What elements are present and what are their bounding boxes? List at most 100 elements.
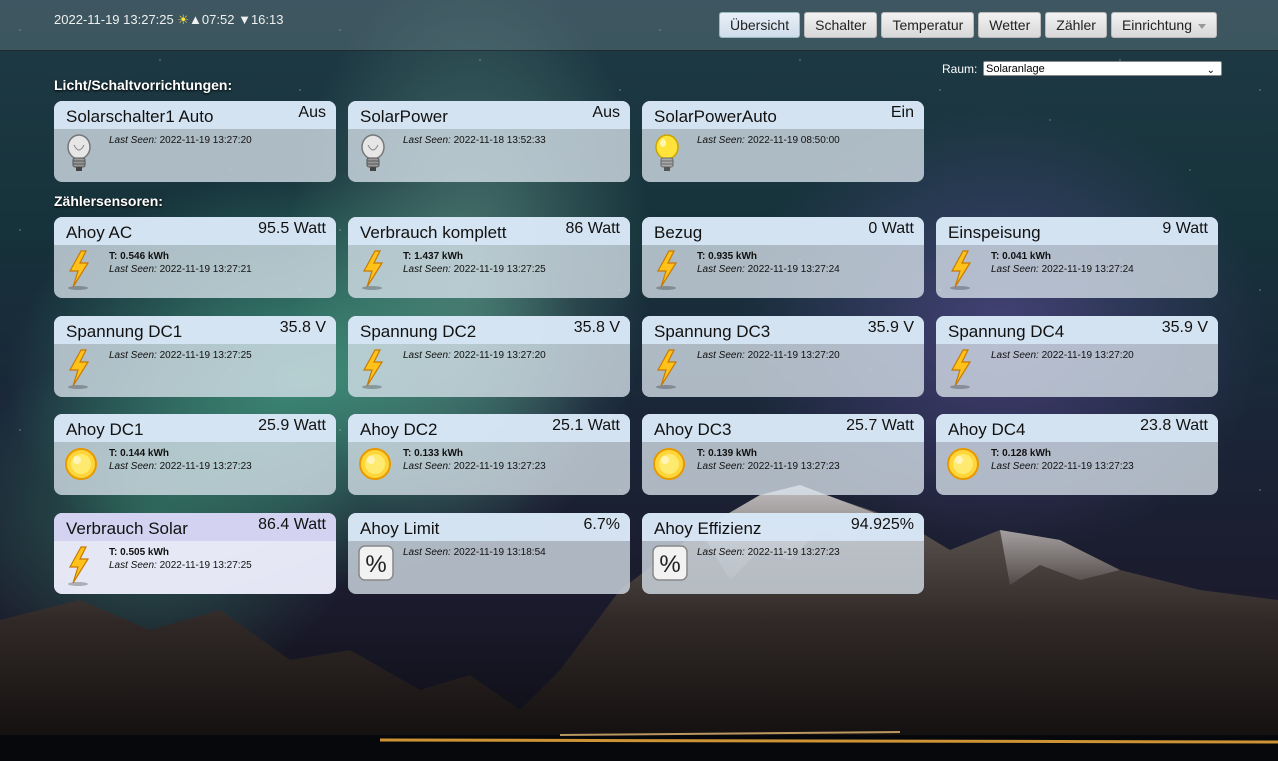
lightning-icon[interactable] bbox=[652, 348, 686, 390]
tile-info: Last Seen: 2022-11-19 13:18:54 bbox=[403, 546, 546, 559]
last-seen-label: Last Seen: bbox=[697, 547, 745, 558]
tile-name: Ahoy DC3 bbox=[654, 420, 732, 439]
last-seen-value: 2022-11-19 13:27:23 bbox=[747, 461, 840, 472]
tile-header: Ahoy Effizienz 94.925% bbox=[642, 513, 924, 541]
lightning-icon[interactable] bbox=[64, 348, 98, 390]
lightning-icon[interactable] bbox=[64, 249, 98, 291]
lightning-icon[interactable] bbox=[64, 545, 98, 587]
tile-name: Ahoy DC2 bbox=[360, 420, 438, 439]
chevron-down-icon bbox=[1198, 23, 1206, 29]
sunset-arrow-icon: ▼ bbox=[238, 12, 251, 27]
last-seen-value: 2022-11-19 13:27:24 bbox=[747, 264, 840, 275]
nav-schalter[interactable]: Schalter bbox=[804, 12, 878, 38]
tile-info: T: 0.935 kWh Last Seen: 2022-11-19 13:27:… bbox=[697, 250, 840, 276]
meter-tile[interactable]: Ahoy DC3 25.7 Watt T: 0.139 kWh Last Seen: … bbox=[642, 414, 924, 495]
switch-tile[interactable]: Solarschalter1 Auto Aus Last Seen: 2022-11… bbox=[54, 101, 336, 182]
tile-value: 95.5 Watt bbox=[258, 220, 326, 237]
last-seen-value: 2022-11-19 13:27:20 bbox=[159, 135, 252, 146]
bulb-off-icon[interactable] bbox=[358, 133, 392, 175]
last-seen-value: 2022-11-19 13:27:21 bbox=[159, 264, 252, 275]
tile-value: 35.9 V bbox=[867, 319, 914, 336]
tile-name: Einspeisung bbox=[948, 223, 1041, 242]
last-seen-label: Last Seen: bbox=[991, 264, 1039, 275]
meter-tile[interactable]: Spannung DC4 35.9 V Last Seen: 2022-11-19 … bbox=[936, 316, 1218, 397]
meter-tile[interactable]: Spannung DC2 35.8 V Last Seen: 2022-11-19 … bbox=[348, 316, 630, 397]
tile-info: Last Seen: 2022-11-19 13:27:23 bbox=[697, 546, 840, 559]
top-bar: 2022-11-19 13:27:25 ☀▲07:52 ▼16:13 Übers… bbox=[0, 0, 1278, 51]
tile-value: 35.8 V bbox=[279, 319, 326, 336]
tile-value: 35.8 V bbox=[573, 319, 620, 336]
last-seen-value: 2022-11-19 13:27:24 bbox=[1041, 264, 1134, 275]
tile-total: T: 0.041 kWh bbox=[991, 251, 1052, 262]
current-datetime: 2022-11-19 13:27:25 bbox=[54, 12, 174, 27]
sun-icon[interactable] bbox=[64, 446, 98, 488]
tile-name: SolarPowerAuto bbox=[654, 107, 777, 126]
sunrise-arrow-icon: ▲ bbox=[189, 12, 202, 27]
last-seen-value: 2022-11-19 13:27:23 bbox=[159, 461, 252, 472]
lightning-icon[interactable] bbox=[946, 249, 980, 291]
last-seen-value: 2022-11-19 13:27:20 bbox=[1041, 350, 1134, 361]
sun-icon[interactable] bbox=[652, 446, 686, 488]
tile-info: Last Seen: 2022-11-19 13:27:20 bbox=[403, 349, 546, 362]
meter-tile[interactable]: Ahoy DC1 25.9 Watt T: 0.144 kWh Last Seen: … bbox=[54, 414, 336, 495]
chevron-down-icon: ⌄ bbox=[1206, 65, 1215, 76]
lightning-icon[interactable] bbox=[358, 249, 392, 291]
last-seen-label: Last Seen: bbox=[697, 350, 745, 361]
tile-total: T: 0.139 kWh bbox=[697, 448, 758, 459]
tile-header: Ahoy AC 95.5 Watt bbox=[54, 217, 336, 245]
nav-zaehler[interactable]: Zähler bbox=[1045, 12, 1107, 38]
meter-tile[interactable]: Verbrauch Solar 86.4 Watt T: 0.505 kWh Last… bbox=[54, 513, 336, 594]
room-select-value: Solaranlage bbox=[986, 63, 1045, 75]
lightning-icon[interactable] bbox=[358, 348, 392, 390]
tile-info: Last Seen: 2022-11-18 13:52:33 bbox=[403, 134, 546, 147]
nav-temperatur[interactable]: Temperatur bbox=[881, 12, 975, 38]
meter-tile[interactable]: Ahoy Effizienz 94.925%% Last Seen: 2022-11… bbox=[642, 513, 924, 594]
meter-tile[interactable]: Ahoy Limit 6.7%% Last Seen: 2022-11-19 13:… bbox=[348, 513, 630, 594]
sunset-time: 16:13 bbox=[250, 12, 284, 27]
last-seen-value: 2022-11-19 08:50:00 bbox=[747, 135, 840, 146]
sun-icon[interactable] bbox=[358, 446, 392, 488]
lightning-icon[interactable] bbox=[946, 348, 980, 390]
last-seen-label: Last Seen: bbox=[109, 264, 157, 275]
last-seen-label: Last Seen: bbox=[109, 560, 157, 571]
meter-tile[interactable]: Einspeisung 9 Watt T: 0.041 kWh Last Seen: … bbox=[936, 217, 1218, 298]
tile-name: Spannung DC3 bbox=[654, 322, 771, 341]
meter-tile[interactable]: Spannung DC3 35.9 V Last Seen: 2022-11-19 … bbox=[642, 316, 924, 397]
tile-info: Last Seen: 2022-11-19 13:27:25 bbox=[109, 349, 252, 362]
section-title-meters: Zählersensoren: bbox=[54, 193, 163, 209]
tile-total: T: 0.505 kWh bbox=[109, 547, 170, 558]
sun-icon[interactable] bbox=[946, 446, 980, 488]
bulb-on-icon[interactable] bbox=[652, 133, 686, 175]
meter-tile[interactable]: Ahoy AC 95.5 Watt T: 0.546 kWh Last Seen: 2… bbox=[54, 217, 336, 298]
tile-value: 6.7% bbox=[583, 516, 620, 533]
room-select[interactable]: Solaranlage ⌄ bbox=[983, 61, 1222, 76]
meter-tile[interactable]: Spannung DC1 35.8 V Last Seen: 2022-11-19 … bbox=[54, 316, 336, 397]
nav-einrichtung-label: Einrichtung bbox=[1121, 17, 1192, 33]
tile-value: 25.7 Watt bbox=[846, 417, 914, 434]
lightning-icon[interactable] bbox=[652, 249, 686, 291]
switch-tile[interactable]: SolarPowerAuto Ein Last Seen: 2022-11-19 0… bbox=[642, 101, 924, 182]
meter-tile[interactable]: Verbrauch komplett 86 Watt T: 1.437 kWh Las… bbox=[348, 217, 630, 298]
last-seen-label: Last Seen: bbox=[109, 461, 157, 472]
last-seen-label: Last Seen: bbox=[109, 135, 157, 146]
meter-tile[interactable]: Bezug 0 Watt T: 0.935 kWh Last Seen: 2022-1… bbox=[642, 217, 924, 298]
nav-wetter[interactable]: Wetter bbox=[978, 12, 1042, 38]
tile-header: SolarPower Aus bbox=[348, 101, 630, 129]
last-seen-label: Last Seen: bbox=[403, 264, 451, 275]
meter-tile[interactable]: Ahoy DC2 25.1 Watt T: 0.133 kWh Last Seen: … bbox=[348, 414, 630, 495]
percent-icon[interactable]: % bbox=[358, 545, 394, 587]
switch-tile[interactable]: SolarPower Aus Last Seen: 2022-11-18 13:52… bbox=[348, 101, 630, 182]
percent-icon[interactable]: % bbox=[652, 545, 688, 587]
last-seen-label: Last Seen: bbox=[697, 264, 745, 275]
meter-tile[interactable]: Ahoy DC4 23.8 Watt T: 0.128 kWh Last Seen: … bbox=[936, 414, 1218, 495]
bulb-off-icon[interactable] bbox=[64, 133, 98, 175]
nav-einrichtung[interactable]: Einrichtung bbox=[1110, 12, 1217, 38]
tile-name: SolarPower bbox=[360, 107, 448, 126]
tile-value: 25.9 Watt bbox=[258, 417, 326, 434]
tile-name: Ahoy DC4 bbox=[948, 420, 1026, 439]
last-seen-label: Last Seen: bbox=[991, 461, 1039, 472]
last-seen-label: Last Seen: bbox=[403, 547, 451, 558]
nav-uebersicht[interactable]: Übersicht bbox=[718, 12, 801, 38]
last-seen-label: Last Seen: bbox=[403, 461, 451, 472]
tile-total: T: 0.144 kWh bbox=[109, 448, 170, 459]
